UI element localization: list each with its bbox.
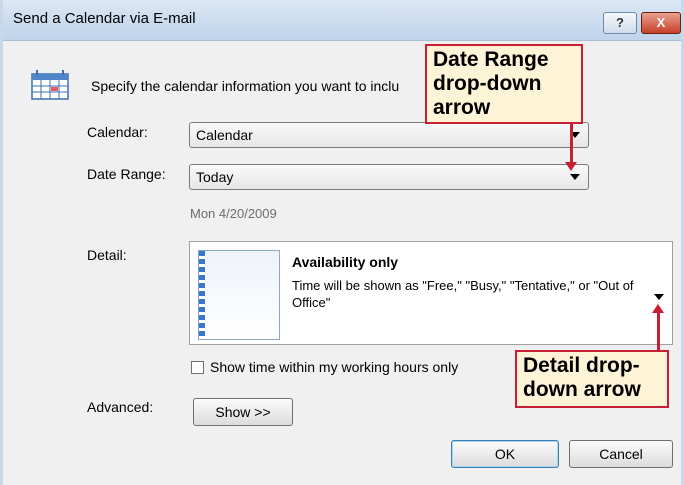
dropdown-arrow-icon[interactable] (570, 174, 580, 180)
close-button[interactable]: X (641, 12, 681, 34)
advanced-label: Advanced: (87, 399, 154, 415)
date-range-label: Date Range: (87, 166, 166, 182)
detail-selector[interactable]: Availability only Time will be shown as … (189, 241, 673, 345)
show-advanced-button[interactable]: Show >> (193, 398, 293, 426)
help-button[interactable]: ? (603, 12, 637, 34)
show-advanced-label: Show >> (215, 404, 271, 420)
working-hours-label[interactable]: Show time within my working hours only (210, 359, 458, 375)
date-range-dropdown[interactable]: Today (189, 164, 589, 190)
detail-callout-pointer (652, 304, 664, 313)
calendar-value: Calendar (196, 127, 253, 143)
date-range-callout-pointer (565, 162, 577, 171)
calendar-icon (31, 70, 69, 100)
date-range-callout-line (570, 124, 573, 164)
calendar-dropdown[interactable]: Calendar (189, 122, 589, 148)
detail-callout-line (657, 312, 660, 350)
date-range-value: Today (196, 169, 234, 185)
detail-description: Time will be shown as "Free," "Busy," "T… (292, 278, 634, 310)
working-hours-checkbox[interactable] (191, 361, 204, 374)
window-title: Send a Calendar via E-mail (13, 10, 196, 27)
detail-callout-text: Detail drop-down arrow (523, 354, 641, 401)
intro-text: Specify the calendar information you wan… (91, 78, 400, 94)
cancel-label: Cancel (599, 446, 643, 462)
calendar-label: Calendar: (87, 124, 148, 140)
date-range-callout: Date Range drop-down arrow (425, 44, 583, 124)
detail-title: Availability only (292, 254, 399, 270)
help-icon: ? (616, 15, 624, 30)
detail-preview-image (198, 250, 280, 340)
date-range-callout-text: Date Range drop-down arrow (433, 48, 549, 119)
close-icon: X (656, 15, 666, 30)
title-bar: Send a Calendar via E-mail ? X (3, 0, 681, 41)
detail-label: Detail: (87, 247, 127, 263)
ok-label: OK (494, 446, 516, 462)
cancel-button[interactable]: Cancel (569, 440, 673, 468)
detail-callout: Detail drop-down arrow (515, 350, 669, 408)
dropdown-arrow-icon[interactable] (654, 294, 664, 300)
ok-button[interactable]: OK (451, 440, 559, 468)
date-range-date: Mon 4/20/2009 (190, 206, 277, 221)
